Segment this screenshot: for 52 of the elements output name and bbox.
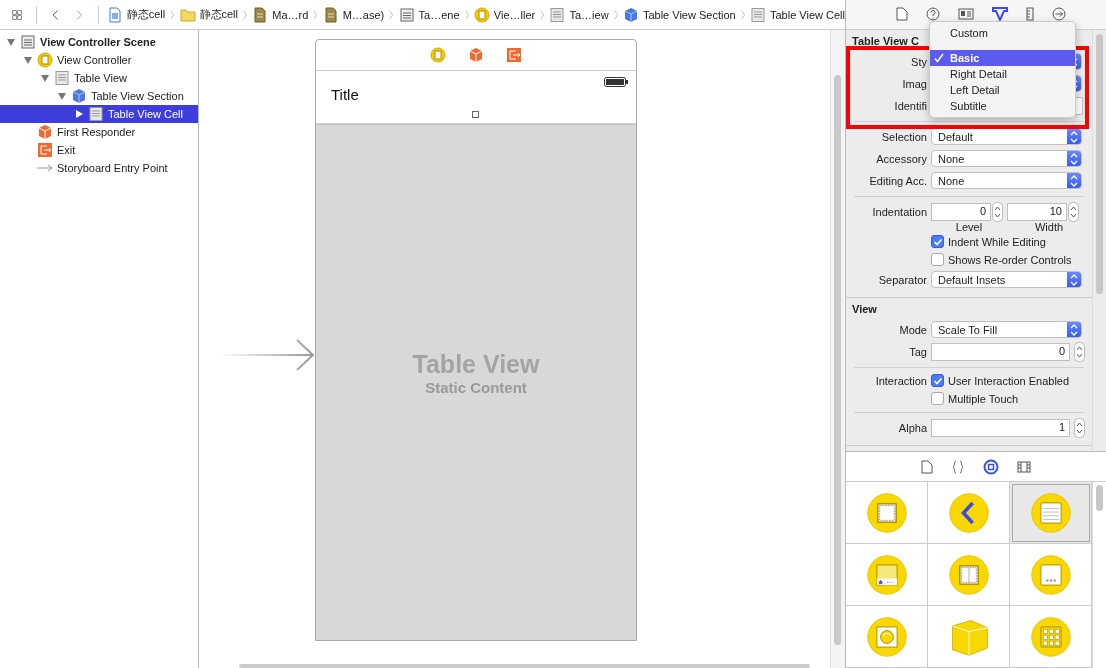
field-label: Indentation <box>871 205 927 218</box>
field-label: Mode <box>898 323 927 336</box>
breadcrumb-item[interactable]: Ma…rd <box>252 6 309 23</box>
field-label: Separator <box>877 273 927 286</box>
outline-item[interactable]: Storyboard Entry Point <box>0 159 198 177</box>
breadcrumb-item[interactable]: M…ase) <box>322 6 385 23</box>
section-title: Table View C <box>851 33 920 49</box>
checkbox-label: Indent While Editing <box>948 235 1046 248</box>
breadcrumb-item[interactable]: Ta…ene <box>398 6 460 23</box>
number-field[interactable]: 10 <box>1007 202 1067 221</box>
outline-item[interactable]: Exit <box>0 141 198 159</box>
outline-item[interactable]: First Responder <box>0 123 198 141</box>
menu-item[interactable]: Left Detail <box>930 82 1075 98</box>
outline-item[interactable]: Table View Cell <box>0 105 198 123</box>
popup-button[interactable]: None <box>931 172 1082 190</box>
section-title: View <box>851 301 878 317</box>
field-label: Interaction <box>874 374 927 387</box>
breadcrumb-item[interactable]: Ta…iew <box>549 6 609 23</box>
field-label: Imag <box>901 77 927 90</box>
field-label: Alpha <box>897 421 927 434</box>
number-field[interactable]: 1 <box>931 418 1070 437</box>
field-label: Accessory <box>875 152 927 165</box>
outline-item[interactable]: Table View Section <box>0 87 198 105</box>
field-label: Editing Acc. <box>868 174 927 187</box>
number-field[interactable]: 0 <box>931 342 1070 361</box>
breadcrumb-item[interactable]: 静态cell <box>179 6 238 23</box>
popup-button[interactable]: Default Insets <box>931 271 1082 289</box>
menu-item[interactable]: Subtitle <box>930 98 1075 114</box>
cell-title: Title <box>331 86 359 103</box>
field-caption: Width <box>1033 220 1065 233</box>
breadcrumb-item[interactable]: Table View Cell <box>749 6 845 23</box>
number-field[interactable]: 0 <box>931 202 991 221</box>
menu-item[interactable]: Custom <box>930 25 1075 41</box>
checkbox-label: Multiple Touch <box>948 392 1019 405</box>
outline-item[interactable]: View Controller <box>0 51 198 69</box>
field-label: Tag <box>908 345 927 358</box>
popup-button[interactable]: Scale To Fill <box>931 321 1082 339</box>
field-label: Selection <box>880 130 927 143</box>
checkbox-label: Shows Re-order Controls <box>948 253 1072 266</box>
breadcrumb-item[interactable]: Table View Section <box>622 6 736 23</box>
outline-item[interactable]: View Controller Scene <box>0 33 198 51</box>
field-label: Sty <box>910 55 927 68</box>
menu-item[interactable]: Right Detail <box>930 66 1075 82</box>
field-caption: Level <box>954 220 984 233</box>
breadcrumb-item[interactable]: Vie…ller <box>473 6 536 23</box>
breadcrumb-item[interactable]: 静态cell <box>106 6 166 23</box>
checkbox-label: User Interaction Enabled <box>948 374 1070 387</box>
popup-button[interactable]: None <box>931 150 1082 168</box>
field-label: Identifi <box>893 99 927 112</box>
placeholder-subtitle: Static Content <box>425 378 527 396</box>
outline-item[interactable]: Table View <box>0 69 198 87</box>
menu-item[interactable]: Basic <box>930 50 1075 66</box>
